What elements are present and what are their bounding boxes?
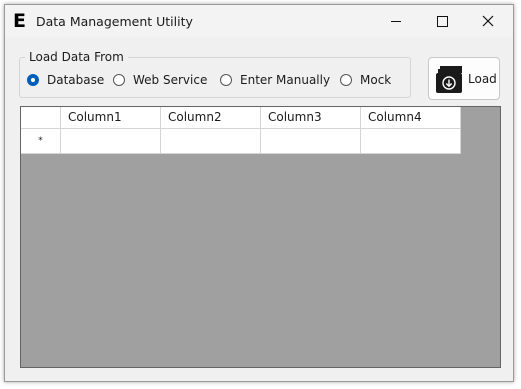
radio-label[interactable]: Enter Manually bbox=[240, 73, 330, 87]
radio-checked-icon[interactable] bbox=[27, 74, 39, 86]
column-header[interactable]: Column4 bbox=[361, 107, 461, 129]
maximize-button[interactable] bbox=[419, 5, 465, 37]
load-source-legend: Load Data From bbox=[25, 50, 128, 64]
close-icon bbox=[482, 15, 494, 27]
load-button-label[interactable]: Load bbox=[468, 72, 497, 86]
folder-download-icon bbox=[436, 66, 462, 93]
radio-unchecked-icon[interactable] bbox=[340, 74, 352, 86]
column-header[interactable]: Column1 bbox=[61, 107, 161, 129]
minimize-icon bbox=[391, 20, 401, 22]
maximize-icon bbox=[436, 15, 448, 27]
grid-header-row: Column1 Column2 Column3 Column4 bbox=[21, 107, 461, 129]
window-title: Data Management Utility bbox=[36, 14, 193, 29]
column-header[interactable]: Column2 bbox=[161, 107, 261, 129]
minimize-button[interactable] bbox=[373, 5, 419, 37]
grid-cell[interactable] bbox=[161, 129, 261, 154]
new-row[interactable]: * bbox=[21, 129, 461, 154]
radio-label[interactable]: Database bbox=[47, 73, 104, 87]
radio-unchecked-icon[interactable] bbox=[220, 74, 232, 86]
grid-cell[interactable] bbox=[261, 129, 361, 154]
radio-label[interactable]: Mock bbox=[360, 73, 391, 87]
load-button[interactable]: Load bbox=[428, 57, 500, 100]
column-header[interactable]: Column3 bbox=[261, 107, 361, 129]
grid-cell[interactable] bbox=[361, 129, 461, 154]
radio-unchecked-icon[interactable] bbox=[113, 74, 125, 86]
title-bar[interactable]: E Data Management Utility bbox=[5, 5, 513, 37]
grid-cell[interactable] bbox=[61, 129, 161, 154]
app-window: E Data Management Utility Load Data From… bbox=[4, 4, 514, 382]
radio-web-service[interactable]: Web Service bbox=[113, 73, 207, 87]
close-button[interactable] bbox=[465, 5, 511, 37]
data-grid[interactable]: Column1 Column2 Column3 Column4 * bbox=[20, 106, 501, 368]
radio-database[interactable]: Database bbox=[27, 73, 104, 87]
new-row-marker-icon[interactable]: * bbox=[21, 129, 61, 154]
letter-e-app-icon: E bbox=[13, 10, 26, 32]
grid-corner-header[interactable] bbox=[21, 107, 61, 129]
radio-label[interactable]: Web Service bbox=[133, 73, 207, 87]
radio-mock[interactable]: Mock bbox=[340, 73, 391, 87]
radio-enter-manually[interactable]: Enter Manually bbox=[220, 73, 330, 87]
